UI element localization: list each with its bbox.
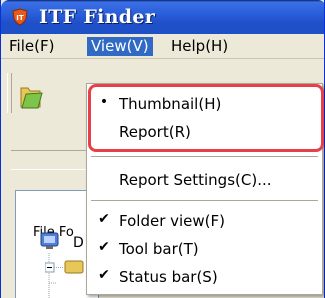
menu-item-label: Status bar(S) xyxy=(119,268,218,286)
tree-root-label[interactable]: D xyxy=(73,235,84,251)
app-shield-icon: IT xyxy=(12,8,28,26)
highlight-outline xyxy=(88,84,324,152)
drive-icon[interactable] xyxy=(63,258,85,276)
toolbar-grip[interactable] xyxy=(7,73,12,113)
menu-item-folder-view[interactable]: ✔ Folder view(F) xyxy=(87,208,322,234)
menu-help[interactable]: Help(H) xyxy=(167,37,232,56)
menu-bar: File(F) View(V) Help(H) xyxy=(1,34,324,59)
check-icon: ✔ xyxy=(98,267,110,283)
menu-item-label: Report Settings(C)... xyxy=(119,171,272,189)
menu-item-status-bar[interactable]: ✔ Status bar(S) xyxy=(87,264,322,290)
menu-item-report-settings[interactable]: Report Settings(C)... xyxy=(87,167,322,193)
desktop-icon[interactable] xyxy=(40,232,60,250)
menu-item-label: Folder view(F) xyxy=(119,212,225,230)
check-icon: ✔ xyxy=(98,239,110,255)
toolbar-separator xyxy=(11,150,91,170)
window-title: ITF Finder xyxy=(39,6,156,28)
menu-file[interactable]: File(F) xyxy=(5,37,58,56)
menu-separator xyxy=(91,200,318,201)
open-folder-icon[interactable] xyxy=(18,82,44,110)
menu-item-tool-bar[interactable]: ✔ Tool bar(T) xyxy=(87,236,322,262)
menu-separator xyxy=(91,156,318,157)
menu-view[interactable]: View(V) xyxy=(87,37,153,56)
svg-text:IT: IT xyxy=(16,14,24,22)
check-icon: ✔ xyxy=(98,211,110,227)
menu-item-label: Tool bar(T) xyxy=(119,240,199,258)
title-bar[interactable]: IT ITF Finder xyxy=(1,0,324,34)
